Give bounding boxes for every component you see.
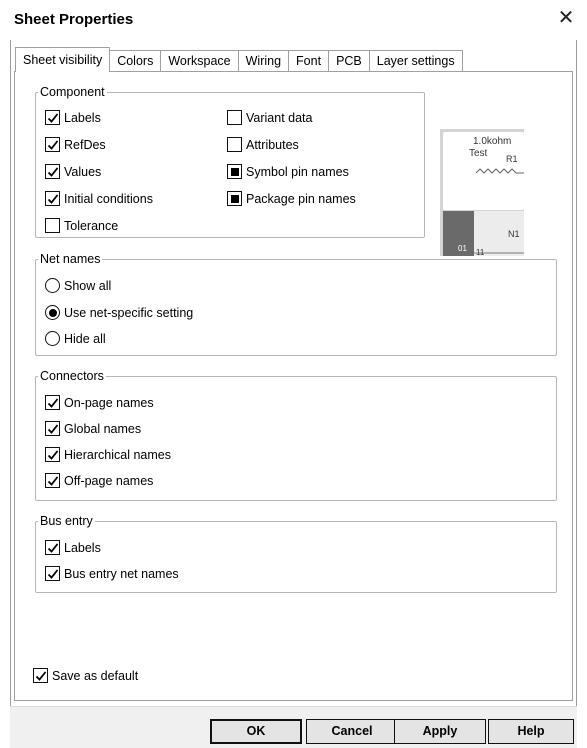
checkbox-global-names[interactable]: Global names: [45, 421, 141, 436]
tab-colors[interactable]: Colors: [109, 50, 162, 72]
checkbox-label: Labels: [64, 540, 101, 555]
preview-label-text: Test: [469, 148, 488, 159]
checkbox-label: Global names: [64, 421, 142, 436]
checkbox-refdes[interactable]: RefDes: [45, 137, 106, 152]
checkbox-symbol-pin-names[interactable]: Symbol pin names: [227, 164, 349, 179]
checkbox-bus-labels[interactable]: Labels: [45, 540, 101, 555]
checkbox-label: Symbol pin names: [246, 164, 349, 179]
net-names-legend: Net names: [40, 252, 101, 266]
preview-net-text: N1: [508, 229, 520, 239]
preview-refdes-text: R1: [506, 154, 518, 164]
bus-entry-legend: Bus entry: [40, 514, 93, 528]
radio-label: Hide all: [64, 331, 106, 346]
component-group: Component: [35, 85, 425, 238]
net-names-group: Net names: [35, 252, 557, 356]
checkbox-label: Bus entry net names: [64, 566, 179, 581]
cancel-button[interactable]: Cancel: [306, 719, 398, 744]
checkmark-icon: [45, 473, 60, 488]
close-icon[interactable]: ✕: [555, 7, 577, 29]
checkbox-tolerance[interactable]: Tolerance: [45, 218, 118, 233]
checkbox-label: Package pin names: [246, 191, 356, 206]
checkmark-icon: [45, 164, 60, 179]
sheet-visibility-panel: Component Labels RefDes Values Initial c…: [14, 71, 573, 701]
tab-workspace[interactable]: Workspace: [160, 50, 239, 72]
checkmark-icon: [45, 540, 60, 555]
checkbox-hierarchical-names[interactable]: Hierarchical names: [45, 447, 171, 462]
checkbox-labels[interactable]: Labels: [45, 110, 101, 125]
indeterminate-icon: [227, 191, 242, 206]
checkbox-label: Values: [64, 164, 102, 179]
checkbox-label: Attributes: [246, 137, 299, 152]
button-bar: OK Cancel Apply Help: [10, 706, 577, 748]
checkbox-package-pin-names[interactable]: Package pin names: [227, 191, 356, 206]
checkbox-off-page-names[interactable]: Off-page names: [45, 473, 153, 488]
checkbox-label: Hierarchical names: [64, 447, 171, 462]
checkbox-values[interactable]: Values: [45, 164, 101, 179]
radio-selected-icon: [45, 305, 60, 320]
checkmark-icon: [45, 566, 60, 581]
checkbox-label: RefDes: [64, 137, 106, 152]
radio-icon: [45, 278, 60, 293]
checkmark-icon: [45, 137, 60, 152]
tab-sheet-visibility[interactable]: Sheet visibility: [15, 47, 111, 72]
checkbox-bus-entry-net-names[interactable]: Bus entry net names: [45, 566, 179, 581]
component-preview: 1.0kohm Test R1 N1 01 11: [440, 129, 524, 256]
apply-button[interactable]: Apply: [394, 719, 486, 744]
help-button[interactable]: Help: [488, 719, 574, 744]
checkbox-icon: [227, 110, 242, 125]
radio-show-all[interactable]: Show all: [45, 278, 111, 293]
checkmark-icon: [45, 395, 60, 410]
schematic-preview-graphic: 1.0kohm Test R1 N1 01 11: [440, 129, 524, 256]
checkmark-icon: [45, 191, 60, 206]
dialog-body: Sheet visibility Colors Workspace Wiring…: [10, 40, 577, 746]
tab-strip: Sheet visibility Colors Workspace Wiring…: [15, 47, 463, 72]
checkbox-label: Tolerance: [64, 218, 119, 233]
checkbox-icon: [45, 218, 60, 233]
checkmark-icon: [45, 421, 60, 436]
preview-value-text: 1.0kohm: [473, 136, 511, 147]
tab-font[interactable]: Font: [288, 50, 330, 72]
ok-button[interactable]: OK: [210, 719, 302, 744]
title-bar: Sheet Properties ✕: [0, 0, 587, 40]
checkmark-icon: [45, 110, 60, 125]
checkmark-icon: [33, 668, 48, 683]
tab-wiring[interactable]: Wiring: [237, 50, 290, 72]
checkbox-label: Variant data: [246, 110, 313, 125]
connectors-legend: Connectors: [40, 369, 104, 383]
checkbox-save-as-default[interactable]: Save as default: [33, 668, 138, 683]
indeterminate-icon: [227, 164, 242, 179]
radio-use-net-specific-setting[interactable]: Use net-specific setting: [45, 305, 193, 320]
checkbox-label: Initial conditions: [64, 191, 153, 206]
checkbox-attributes[interactable]: Attributes: [227, 137, 299, 152]
component-legend: Component: [40, 85, 105, 99]
bus-entry-group: Bus entry: [35, 514, 557, 593]
radio-icon: [45, 331, 60, 346]
checkbox-label: Labels: [64, 110, 101, 125]
dialog-title: Sheet Properties: [14, 11, 134, 28]
tab-pcb[interactable]: PCB: [328, 50, 370, 72]
tab-layer-settings[interactable]: Layer settings: [368, 50, 463, 72]
checkbox-initial-conditions[interactable]: Initial conditions: [45, 191, 153, 206]
checkbox-label: Save as default: [52, 668, 139, 683]
checkbox-on-page-names[interactable]: On-page names: [45, 395, 154, 410]
checkmark-icon: [45, 447, 60, 462]
checkbox-variant-data[interactable]: Variant data: [227, 110, 312, 125]
checkbox-icon: [227, 137, 242, 152]
radio-label: Show all: [64, 278, 112, 293]
radio-label: Use net-specific setting: [64, 305, 194, 320]
checkbox-label: Off-page names: [64, 473, 154, 488]
checkbox-label: On-page names: [64, 395, 154, 410]
radio-hide-all[interactable]: Hide all: [45, 331, 106, 346]
